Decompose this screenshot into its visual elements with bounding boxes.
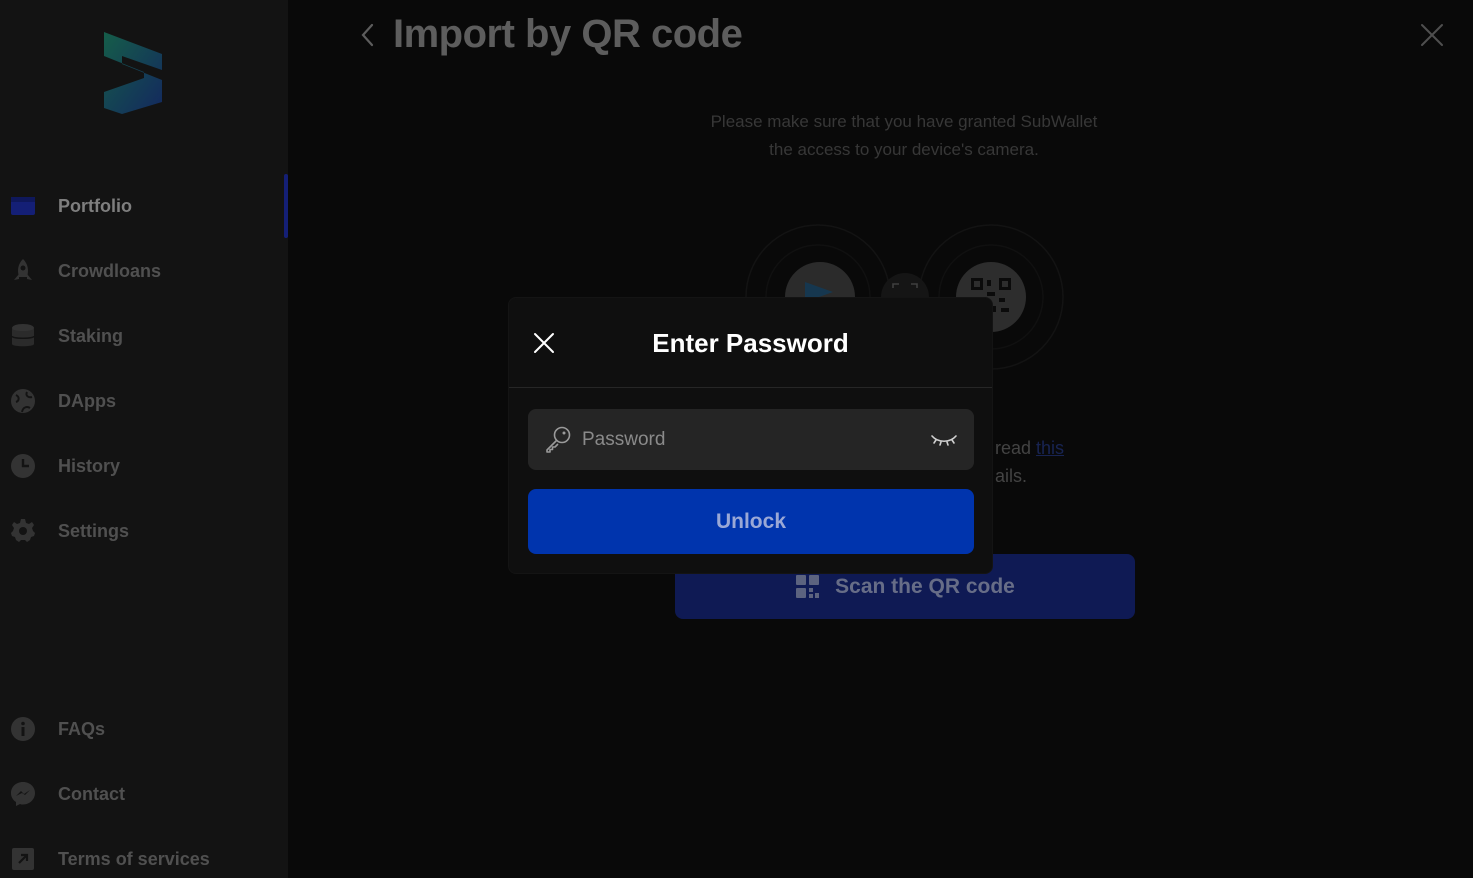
unlock-button[interactable]: Unlock [528, 489, 974, 554]
eye-closed-icon[interactable] [930, 431, 958, 449]
enter-password-modal: Enter Password Unlock [508, 297, 993, 574]
key-icon [546, 426, 571, 453]
modal-title: Enter Password [652, 328, 849, 358]
password-field[interactable] [528, 409, 974, 470]
modal-header: Enter Password [509, 298, 992, 388]
password-input[interactable] [582, 409, 912, 470]
